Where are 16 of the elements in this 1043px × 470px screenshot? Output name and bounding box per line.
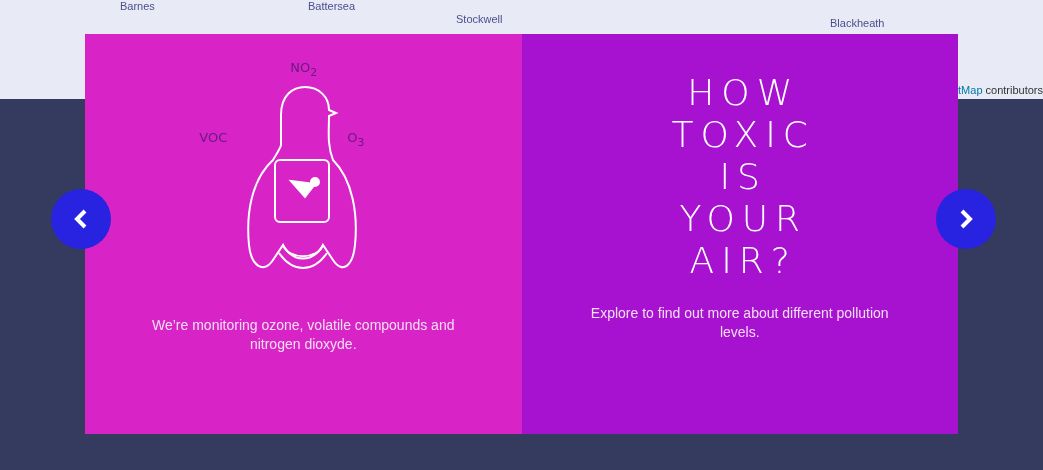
- gas-label: O$_{3}$: [347, 130, 365, 149]
- gas-label: VOC: [199, 130, 228, 145]
- next-button[interactable]: [936, 189, 996, 249]
- slide-caption: Explore to find out more about different pollution levels.: [589, 304, 890, 342]
- slide-heading: HOW TOXIC IS YOUR AIR?: [670, 72, 815, 282]
- previous-button[interactable]: [51, 189, 111, 249]
- map-place-label: Blackheath: [830, 17, 885, 29]
- map-place-label: Stockwell: [456, 13, 503, 25]
- attribution-text: contributors: [985, 84, 1043, 96]
- attribution-link[interactable]: tMap: [958, 84, 983, 96]
- map-place-label: Barnes: [120, 0, 155, 12]
- map-place-label: Battersea: [308, 0, 356, 12]
- gas-label: NO$_{2}$: [290, 60, 318, 79]
- chevron-right-icon: [958, 209, 974, 229]
- chevron-left-icon: [73, 209, 89, 229]
- slide-caption: We’re monitoring ozone, volatile compounds and nitrogen dioxyde.: [151, 316, 456, 354]
